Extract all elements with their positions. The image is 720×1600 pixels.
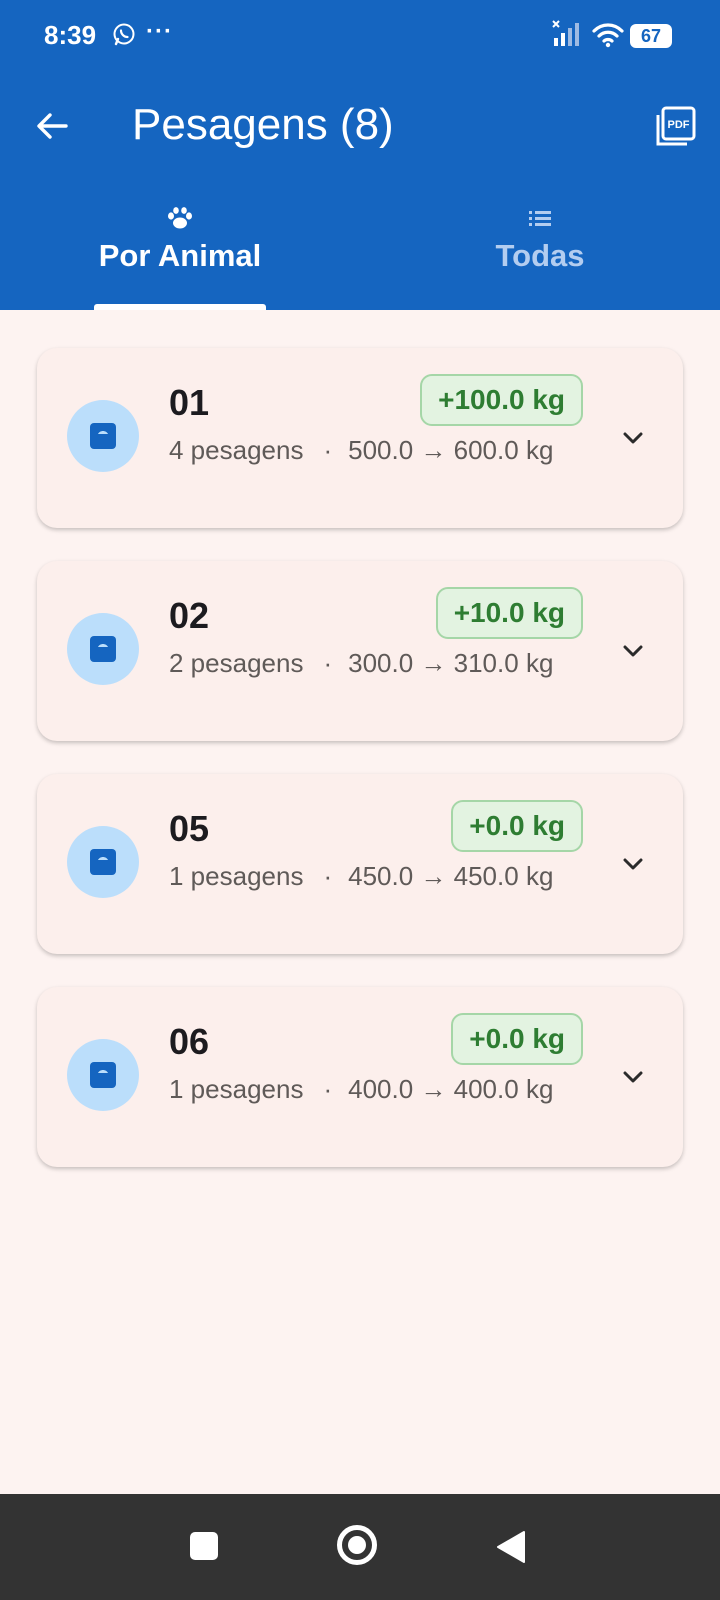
avatar: [67, 400, 139, 472]
animal-card-01[interactable]: 01 +100.0 kg 4 pesagens · 500.0 → 600.0 kg: [37, 348, 683, 528]
tab-por-animal[interactable]: Por Animal: [0, 200, 360, 310]
weighing-summary: 1 pesagens · 450.0 → 450.0 kg: [169, 856, 569, 896]
paw-icon: [168, 207, 192, 229]
tab-indicator: [94, 304, 266, 310]
scale-icon: [90, 1062, 116, 1088]
weight-range: 400.0 → 400.0: [348, 1074, 519, 1104]
weighing-count: 1 pesagens: [169, 1074, 304, 1104]
weight-gain-badge: +10.0 kg: [435, 587, 583, 639]
animal-name: 02: [169, 595, 210, 636]
separator: ·: [323, 861, 333, 891]
avatar: [67, 1039, 139, 1111]
weighing-count: 4 pesagens: [169, 435, 304, 465]
status-bar: 8:39 ··· 67: [0, 0, 720, 72]
animal-name: 05: [169, 808, 210, 849]
weight-unit: kg: [525, 435, 554, 465]
avatar: [67, 826, 139, 898]
weight-gain-badge: +0.0 kg: [451, 800, 583, 852]
scale-icon: [90, 849, 116, 875]
weighing-summary: 2 pesagens · 300.0 → 310.0 kg: [169, 643, 569, 683]
weighing-summary: 4 pesagens · 500.0 → 600.0 kg: [169, 430, 569, 470]
page-title: Pesagens (8): [132, 100, 394, 149]
weight-range: 450.0 → 450.0: [348, 861, 519, 891]
separator: ·: [323, 648, 333, 678]
weighing-summary: 1 pesagens · 400.0 → 400.0 kg: [169, 1069, 569, 1109]
weighing-count: 1 pesagens: [169, 861, 304, 891]
chevron-down-icon[interactable]: [619, 850, 647, 878]
wifi-icon: [592, 23, 624, 48]
scale-icon: [90, 423, 116, 449]
app-bar: 8:39 ··· 67 Pesagens (8) PDF Por Animal …: [0, 0, 720, 310]
more-notifications-icon: ···: [146, 18, 173, 45]
chevron-down-icon[interactable]: [619, 637, 647, 665]
separator: ·: [323, 1074, 333, 1104]
separator: ·: [323, 435, 333, 465]
list-icon: [529, 211, 551, 226]
system-back-button[interactable]: [496, 1530, 526, 1564]
animal-card-06[interactable]: 06 +0.0 kg 1 pesagens · 400.0 → 400.0 kg: [37, 987, 683, 1167]
animal-name: 06: [169, 1021, 210, 1062]
animal-card-05[interactable]: 05 +0.0 kg 1 pesagens · 450.0 → 450.0 kg: [37, 774, 683, 954]
weight-unit: kg: [525, 861, 554, 891]
recents-button[interactable]: [190, 1532, 218, 1560]
avatar: [67, 613, 139, 685]
signal-icon: [552, 20, 579, 46]
weight-unit: kg: [525, 648, 554, 678]
weight-gain-badge: +0.0 kg: [451, 1013, 583, 1065]
tab-por-animal-label: Por Animal: [98, 238, 262, 273]
pdf-export-button[interactable]: PDF: [654, 104, 698, 148]
weight-gain-badge: +100.0 kg: [420, 374, 583, 426]
home-button[interactable]: [337, 1525, 377, 1565]
tab-todas[interactable]: Todas: [360, 200, 720, 310]
animal-card-02[interactable]: 02 +10.0 kg 2 pesagens · 300.0 → 310.0 kg: [37, 561, 683, 741]
chevron-down-icon[interactable]: [619, 1063, 647, 1091]
animal-name: 01: [169, 382, 210, 423]
scale-icon: [90, 636, 116, 662]
weight-range: 300.0 → 310.0: [348, 648, 519, 678]
weighing-count: 2 pesagens: [169, 648, 304, 678]
back-arrow-button[interactable]: [30, 104, 74, 148]
tab-todas-label: Todas: [495, 238, 585, 273]
svg-text:PDF: PDF: [668, 119, 690, 131]
whatsapp-icon: [113, 23, 135, 46]
battery-icon: 67: [630, 24, 672, 48]
weight-range: 500.0 → 600.0: [348, 435, 519, 465]
system-nav-bar: [0, 1494, 720, 1600]
weight-unit: kg: [525, 1074, 554, 1104]
chevron-down-icon[interactable]: [619, 424, 647, 452]
home-dot: [348, 1536, 366, 1554]
status-time: 8:39: [44, 20, 97, 50]
